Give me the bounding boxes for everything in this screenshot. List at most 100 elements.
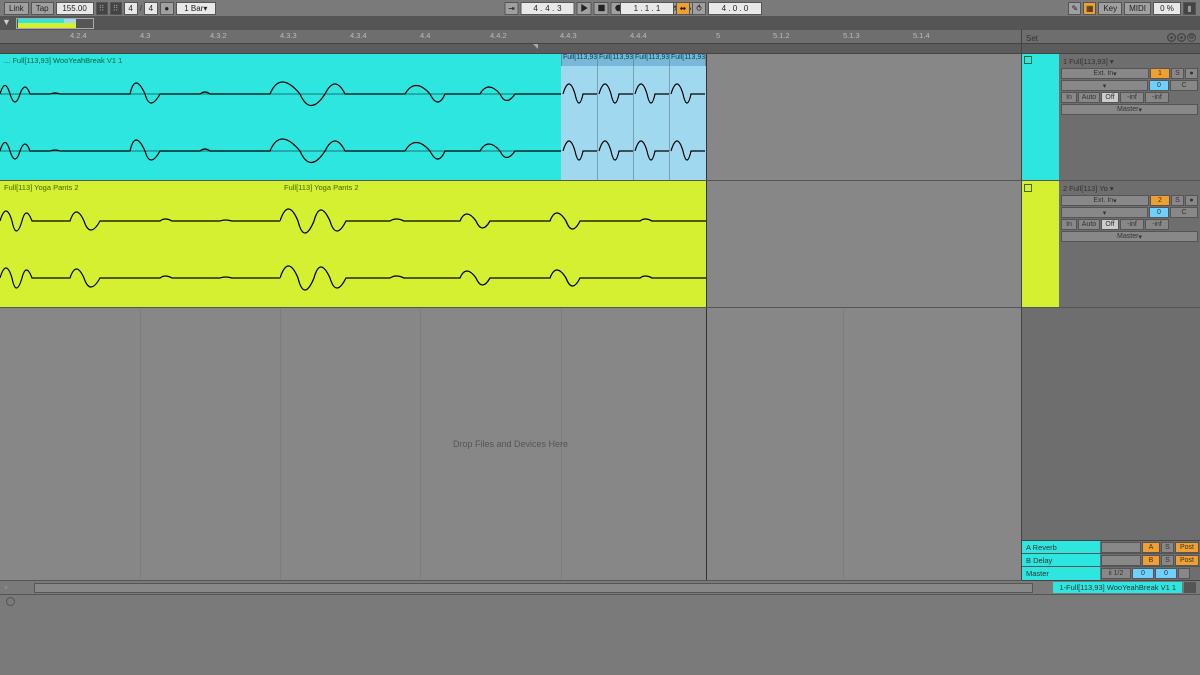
input-type[interactable]: Ext. In ▾ <box>1061 195 1149 206</box>
metronome-button[interactable]: ● <box>160 2 174 15</box>
monitor-off[interactable]: Off <box>1101 92 1119 103</box>
waveform <box>0 199 280 244</box>
track-lane[interactable]: ... Full[113,93] WooYeahBreak V1 1 Full[… <box>0 54 1021 180</box>
midi-map[interactable]: MIDI <box>1124 2 1151 15</box>
solo-button[interactable]: S <box>1161 542 1174 553</box>
arm-button[interactable]: ● <box>1185 68 1198 79</box>
track-color-strip <box>1022 54 1059 180</box>
send-b[interactable]: -inf <box>1145 92 1169 103</box>
audio-clip[interactable]: Full[113] Yoga Pants 2 <box>0 181 280 307</box>
arrangement-overview[interactable]: ▼ <box>0 17 1200 30</box>
track-name[interactable]: 2 Full[113] Yo▾ <box>1061 183 1198 194</box>
solo-button[interactable] <box>1178 568 1190 579</box>
loop-length[interactable]: 4 . 0 . 0 <box>708 2 762 15</box>
solo-button[interactable]: S <box>1171 68 1184 79</box>
monitor-auto[interactable]: Auto <box>1078 219 1100 230</box>
pan[interactable]: C <box>1170 207 1198 218</box>
master-vol[interactable]: 0 <box>1155 568 1177 579</box>
return-track[interactable]: B Delay B S Post <box>1022 554 1200 567</box>
track-activator-icon[interactable] <box>1024 56 1032 64</box>
computer-midi-keyboard[interactable]: ▦ <box>1083 2 1096 15</box>
drop-area[interactable]: Drop Files and Devices Here <box>0 308 1021 580</box>
io-toggle[interactable]: ⦾ <box>1187 33 1196 42</box>
quantize-menu[interactable]: 1 Bar ▾ <box>176 2 216 15</box>
monitor-auto[interactable]: Auto <box>1078 92 1100 103</box>
input-channel[interactable]: ▾ <box>1061 80 1148 91</box>
horizontal-scrollbar[interactable] <box>34 583 1033 593</box>
master-vol[interactable]: 0 <box>1132 568 1154 579</box>
overview-window[interactable] <box>16 18 94 29</box>
play-button[interactable] <box>577 2 592 15</box>
track-lane[interactable]: Full[113] Yoga Pants 2 Full[113] Yoga Pa… <box>0 181 1021 307</box>
loop-switch[interactable]: ⥀ <box>692 2 706 15</box>
output-routing[interactable]: Master ▾ <box>1061 231 1198 242</box>
meter-icon <box>1184 582 1196 593</box>
send-a[interactable]: -inf <box>1120 92 1144 103</box>
loop-start[interactable]: 1 . 1 . 1 <box>620 2 674 15</box>
send-label[interactable]: B <box>1142 555 1160 566</box>
audio-clip[interactable]: ... Full[113,93] WooYeahBreak V1 1 <box>0 54 561 180</box>
post-button[interactable]: Post <box>1175 555 1199 566</box>
send-a[interactable]: -inf <box>1120 219 1144 230</box>
timesig-den[interactable]: 4 <box>144 2 158 15</box>
track-number[interactable]: 1 <box>1150 68 1170 79</box>
loop-brace-area[interactable] <box>0 44 1021 54</box>
send-b[interactable]: -inf <box>1145 219 1169 230</box>
monitor-in[interactable]: In <box>1061 92 1077 103</box>
tempo-field[interactable]: 155.00 <box>56 2 94 15</box>
beat-ruler[interactable]: 4.2.4 4.3 4.3.2 4.3.3 4.3.4 4.4 4.4.2 4.… <box>0 30 1021 44</box>
tempo-nudge-down[interactable]: ⠿ <box>96 2 108 15</box>
track-vol[interactable]: 0 <box>1149 207 1169 218</box>
selected-clip-indicator[interactable]: 1-Full[113,93] WooYeahBreak V1 1 <box>1053 582 1182 593</box>
track-vol[interactable]: 0 <box>1149 80 1169 91</box>
clip-title: ... Full[113,93] WooYeahBreak V1 1 <box>0 54 561 66</box>
loop-end-marker[interactable] <box>533 44 543 54</box>
track-activator-icon[interactable] <box>1024 184 1032 192</box>
mixer-column: 1 Full[113,93]▾ Ext. In ▾ 1 S ● ▾ 0 C In… <box>1021 54 1200 580</box>
send-label[interactable]: A <box>1142 542 1160 553</box>
punch-in[interactable]: ⬌ <box>676 2 690 15</box>
waveform <box>0 72 561 117</box>
solo-button[interactable]: S <box>1171 195 1184 206</box>
toolbar-right: ✎ ▦ Key MIDI 0 % ▮ <box>1068 2 1196 15</box>
device-view-toggle[interactable] <box>0 594 1200 608</box>
solo-button[interactable]: S <box>1161 555 1174 566</box>
track-color-strip <box>1022 181 1059 307</box>
status-bar: ▸ 1-Full[113,93] WooYeahBreak V1 1 <box>0 580 1200 594</box>
audio-clip[interactable]: Full[113] Yoga Pants 2 <box>280 181 706 307</box>
arm-button[interactable]: ● <box>1185 195 1198 206</box>
track-number[interactable]: 2 <box>1150 195 1170 206</box>
timesig-num[interactable]: 4 <box>124 2 138 15</box>
arrangement-position[interactable]: 4 . 4 . 3 <box>521 2 575 15</box>
returns-section: A Reverb A S Post B Delay B S Post Mas <box>1022 540 1200 580</box>
loop-controls: 1 . 1 . 1 ⬌ ⥀ 4 . 0 . 0 <box>620 2 762 15</box>
track-header[interactable]: 2 Full[113] Yo▾ Ext. In ▾ 2 S ● ▾ 0 C In… <box>1022 181 1200 308</box>
link-button[interactable]: Link <box>4 2 29 15</box>
master-track[interactable]: Master ii 1/2 0 0 <box>1022 567 1200 580</box>
tap-button[interactable]: Tap <box>31 2 54 15</box>
pan[interactable]: C <box>1170 80 1198 91</box>
stop-button[interactable] <box>594 2 609 15</box>
track-name[interactable]: 1 Full[113,93]▾ <box>1061 56 1198 67</box>
draw-mode[interactable]: ✎ <box>1068 2 1081 15</box>
audio-clip-selected[interactable]: Full[113,93Full[113,93Full[113,93Full[11… <box>561 54 706 180</box>
return-track[interactable]: A Reverb A S Post <box>1022 541 1200 554</box>
tempo-nudge-up[interactable]: ⠿ <box>110 2 122 15</box>
input-type[interactable]: Ext. In ▾ <box>1061 68 1149 79</box>
clip-title: Full[113] Yoga Pants 2 <box>0 181 280 193</box>
key-map[interactable]: Key <box>1098 2 1122 15</box>
input-channel[interactable]: ▾ <box>1061 207 1148 218</box>
monitor-off[interactable]: Off <box>1101 219 1119 230</box>
output-routing[interactable]: Master ▾ <box>1061 104 1198 115</box>
track-header[interactable]: 1 Full[113,93]▾ Ext. In ▾ 1 S ● ▾ 0 C In… <box>1022 54 1200 181</box>
cue-out[interactable]: ii 1/2 <box>1101 568 1131 579</box>
io-toggle[interactable]: ⦿ <box>1167 33 1176 42</box>
post-button[interactable]: Post <box>1175 542 1199 553</box>
hd-meter: ▮ <box>1183 2 1196 15</box>
follow-button[interactable]: ⇥ <box>505 2 519 15</box>
waveform <box>0 129 561 174</box>
io-toggle[interactable]: ⦿ <box>1177 33 1186 42</box>
monitor-in[interactable]: In <box>1061 219 1077 230</box>
circle-icon <box>6 597 15 606</box>
detail-toggle-icon[interactable]: ▸ <box>0 582 14 593</box>
